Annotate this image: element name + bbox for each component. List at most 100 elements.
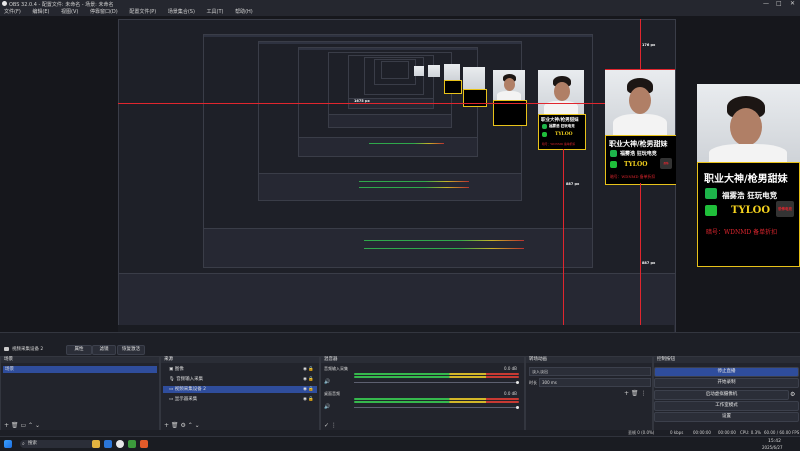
mixer-controls[interactable]: ✓ ⋮ <box>324 422 337 429</box>
preview-canvas[interactable]: 职业大神/枪男甜妹 福雾浩 狂玩电竞 TYLOO 暗号：WDNMD 备单折扣 职… <box>118 19 676 333</box>
overlay-card-thumb-4 <box>463 89 487 107</box>
nested-screen-9 <box>381 61 409 79</box>
menu-help[interactable]: 帮助(H) <box>235 9 253 15</box>
wechat-icon <box>705 188 717 199</box>
maximize-button[interactable]: □ <box>776 0 782 7</box>
gear-icon[interactable]: ⚙ <box>790 391 795 398</box>
menu-profile[interactable]: 配置文件(P) <box>129 9 156 15</box>
start-recording-button[interactable]: 开始录制 <box>654 378 799 388</box>
audio-mixer-dock: 混音器 音频输入采集 0.0 dB 🔊 桌面音频 0.0 dB 🔊 ✓ ⋮ <box>320 356 525 432</box>
taskbar-search[interactable]: ⌕ 搜索 <box>20 440 94 448</box>
cpu-usage: CPU: 0.3% <box>740 430 761 435</box>
volume-slider[interactable] <box>354 407 519 408</box>
transition-controls[interactable]: + 🗑 ⋮ <box>624 390 646 397</box>
selected-source-name: 视频采集设备 2 <box>12 347 44 352</box>
taskbar: ⌕ 搜索 15:42 2025/6/27 <box>0 436 800 451</box>
filters-button[interactable]: 滤镜 <box>92 345 116 355</box>
mixer-channel-db: 0.0 dB <box>504 391 517 396</box>
menu-edit[interactable]: 编辑(E) <box>32 9 49 15</box>
guide-line-vertical-top <box>640 19 641 70</box>
scene-item[interactable]: 场景 <box>3 366 157 373</box>
menu-scene-collection[interactable]: 场景集合(S) <box>168 9 195 15</box>
duration-input[interactable]: 300 ms <box>539 378 651 387</box>
duration-label: 时长 <box>529 380 537 385</box>
webcam-source[interactable] <box>697 84 800 162</box>
title-bar: OBS 32.0.4 - 配置文件: 未命名 - 场景: 未命名 — □ ✕ <box>0 0 800 8</box>
menu-file[interactable]: 文件(F) <box>4 9 21 15</box>
card-footer: 暗号：WDNMD 备单折扣 <box>706 229 778 236</box>
reactivate-button[interactable]: 恢复激活 <box>117 345 145 355</box>
transitions-dock: 转场动画 淡入淡出 时长 300 ms + 🗑 ⋮ <box>525 356 653 432</box>
nested-taskbar <box>118 325 674 332</box>
folder-icon[interactable] <box>92 440 100 448</box>
guide-line-vertical-bottom <box>640 183 641 331</box>
guide-label-inner: 887 px <box>566 182 580 186</box>
camera-icon: ▭ <box>169 387 174 392</box>
chrome-icon[interactable] <box>128 440 136 448</box>
mixer-header: 混音器 <box>321 357 524 363</box>
monitor-icon: ▭ <box>169 397 174 402</box>
speaker-icon[interactable]: 🔊 <box>324 379 330 385</box>
line-icon <box>705 205 717 216</box>
card-title: 职业大神/枪男甜妹 <box>704 174 788 185</box>
image-icon: ▣ <box>169 367 174 372</box>
transition-select[interactable]: 淡入淡出 <box>529 367 651 376</box>
edge-icon[interactable] <box>104 440 112 448</box>
source-item[interactable]: ▣ 图像 ◉ 🔒 <box>163 366 317 373</box>
source-item[interactable]: ▭ 显示器采集 ◉ 🔒 <box>163 396 317 403</box>
team-logo: 恐怖电竞 <box>776 201 794 217</box>
source-item[interactable]: ▭ 视频采集设备 2 ◉ 🔒 <box>163 386 317 393</box>
menu-tools[interactable]: 工具(T) <box>207 9 224 15</box>
stream-time: 00:00:00 <box>693 430 711 435</box>
mixer-level-meter <box>354 373 519 375</box>
card-wechat: 福雾浩 狂玩电竞 <box>722 191 778 200</box>
stop-streaming-button[interactable]: 停止直播 <box>654 367 799 377</box>
speaker-icon[interactable]: 🔊 <box>324 404 330 410</box>
visibility-icon[interactable]: ◉ 🔒 <box>303 396 314 403</box>
menu-docks[interactable]: 停靠窗口(D) <box>90 9 118 15</box>
settings-button[interactable]: 设置 <box>654 412 799 422</box>
menu-bar: 文件(F) 编辑(E) 视图(V) 停靠窗口(D) 配置文件(P) 场景集合(S… <box>0 8 800 16</box>
visibility-icon[interactable]: ◉ 🔒 <box>303 366 314 373</box>
card-team: TYLOO <box>731 205 771 216</box>
visibility-icon[interactable]: ◉ 🔒 <box>303 386 314 393</box>
minimize-button[interactable]: — <box>763 0 769 7</box>
menu-view[interactable]: 视图(V) <box>61 9 78 15</box>
app-icon[interactable] <box>140 440 148 448</box>
close-button[interactable]: ✕ <box>790 0 795 7</box>
overlay-card-medium: 职业大神/枪男甜妹 福雾浩 狂玩电竞 TYLOO 恐怖 暗号：WDNMD 备单折… <box>605 135 676 185</box>
volume-slider[interactable] <box>354 382 519 383</box>
scene-controls[interactable]: + 🗑 ▭ ⌃ ⌄ <box>4 422 40 429</box>
studio-mode-button[interactable]: 工作室模式 <box>654 401 799 411</box>
bitrate: 0 kbps <box>670 430 684 435</box>
mixer-channel-db: 0.0 dB <box>504 366 517 371</box>
volume-slider-knob[interactable] <box>516 381 519 384</box>
source-controls[interactable]: + 🗑 ⚙ ⌃ ⌄ <box>164 422 200 429</box>
sources-dock: 来源 ▣ 图像 ◉ 🔒 🎙 音频输入采集 ◉ 🔒 ▭ 视频采集设备 2 ◉ 🔒 … <box>160 356 320 432</box>
webcam-thumb-1 <box>414 66 424 76</box>
source-item[interactable]: 🎙 音频输入采集 ◉ 🔒 <box>163 376 317 383</box>
mixer-channel-name: 音频输入采集 <box>324 366 348 371</box>
overlay-card[interactable]: 职业大神/枪男甜妹 福雾浩 狂玩电竞 TYLOO 恐怖电竞 暗号：WDNMD 备… <box>697 162 800 267</box>
mixer-level-meter <box>354 376 519 378</box>
webcam-thumb-4 <box>463 67 485 89</box>
guide-label-bottom: 887 px <box>642 261 656 265</box>
clock-date: 2025/6/27 <box>762 445 783 450</box>
properties-button[interactable]: 属性 <box>66 345 92 355</box>
obs-taskbar-icon[interactable] <box>116 440 124 448</box>
visibility-icon[interactable]: ◉ 🔒 <box>303 376 314 383</box>
webcam-thumb-5 <box>493 70 525 100</box>
webcam-thumb-6 <box>538 70 584 114</box>
guide-label-top: 176 px <box>642 43 656 47</box>
webcam-thumb-7 <box>605 70 675 135</box>
record-time: 00:00:00 <box>718 430 736 435</box>
scenes-dock: 场景 场景 + 🗑 ▭ ⌃ ⌄ <box>0 356 160 432</box>
transitions-header: 转场动画 <box>526 357 652 363</box>
overlay-card-thumb-3 <box>444 80 462 94</box>
volume-slider-knob[interactable] <box>516 406 519 409</box>
mic-icon: 🎙 <box>169 377 175 382</box>
windows-start-icon[interactable] <box>4 440 12 448</box>
start-virtual-camera-button[interactable]: 启动虚拟摄像机 <box>654 390 789 400</box>
camera-icon <box>4 347 9 351</box>
source-toolbar: 视频采集设备 2 属性 滤镜 恢复激活 <box>0 332 800 357</box>
